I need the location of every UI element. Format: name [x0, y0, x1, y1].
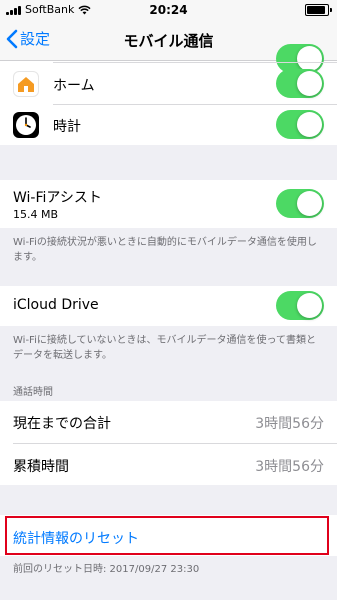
app-name: ホーム: [53, 78, 95, 94]
call-time-label: 現在までの合計: [13, 416, 111, 432]
clock-toggle[interactable]: [276, 110, 324, 139]
status-time: 20:24: [149, 3, 188, 17]
app-row-home: ホーム: [0, 63, 337, 104]
wifi-assist-footer: Wi-Fiの接続状況が悪いときに自動的にモバイルデータ通信を使用します。: [13, 237, 317, 263]
home-toggle[interactable]: [276, 69, 324, 98]
call-time-row: 現在までの合計 3時間56分: [0, 401, 337, 443]
icloud-drive-toggle[interactable]: [276, 291, 324, 320]
call-time-group: 現在までの合計 3時間56分 累積時間 3時間56分: [0, 401, 337, 485]
icloud-drive-footer: Wi-Fiに接続していないときは、モバイルデータ通信を使って書類とデータを転送し…: [13, 335, 317, 361]
wifi-assist-toggle[interactable]: [276, 189, 324, 218]
icloud-drive-group: iCloud Drive: [0, 286, 337, 326]
last-reset-text: 前回のリセット日時: 2017/09/27 23:30: [13, 564, 200, 575]
cumulative-time-value: 3時間56分: [255, 459, 324, 475]
app-name: 時計: [53, 119, 81, 135]
call-time-header: 通話時間: [13, 387, 53, 398]
app-list-group: ホーム 時計: [0, 44, 337, 145]
wifi-assist-group: Wi-Fiアシスト 15.4 MB: [0, 180, 337, 228]
battery-icon: [305, 4, 332, 16]
status-bar: SoftBank 20:24: [0, 0, 337, 20]
icloud-drive-label: iCloud Drive: [13, 297, 99, 313]
cumulative-time-label: 累積時間: [13, 459, 69, 475]
call-time-value: 3時間56分: [255, 416, 324, 432]
app-row-clock: 時計: [0, 105, 337, 145]
wifi-assist-usage: 15.4 MB: [13, 208, 59, 221]
clock-icon: [13, 112, 39, 138]
highlight-annotation: [5, 516, 329, 555]
cumulative-time-row: 累積時間 3時間56分: [0, 444, 337, 485]
home-icon: [13, 71, 39, 97]
wifi-assist-label: Wi-Fiアシスト: [13, 190, 102, 206]
